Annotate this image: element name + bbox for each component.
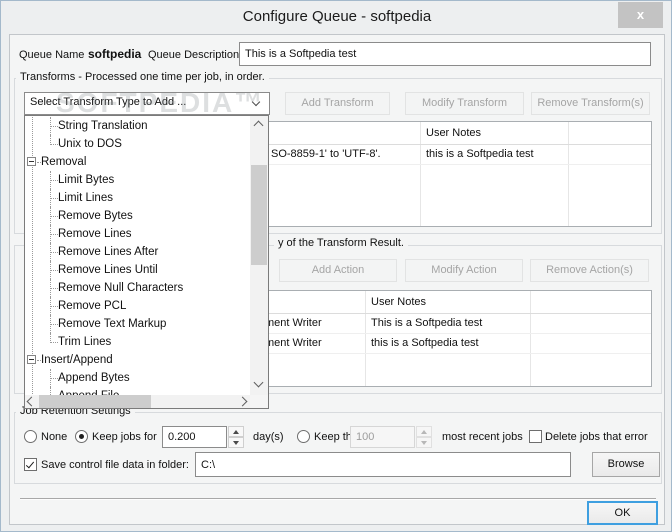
tree-line (51, 270, 58, 271)
scroll-up-icon[interactable] (253, 120, 264, 131)
dropdown-item[interactable]: Remove PCL (25, 297, 250, 315)
dropdown-item[interactable]: Insert/Append (25, 351, 250, 369)
dropdown-item[interactable]: Remove Bytes (25, 207, 250, 225)
transform-type-combobox[interactable]: Select Transform Type to Add ... (24, 92, 270, 115)
user-notes-header: User Notes (426, 127, 482, 139)
title-bar[interactable]: Configure Queue - softpedia x (1, 1, 671, 33)
user-notes-header: User Notes (371, 296, 427, 308)
spinner-down-icon (233, 441, 239, 445)
save-control-file-label: Save control file data in folder: (41, 459, 189, 471)
keep-days-stepper[interactable] (228, 426, 244, 448)
tree-line (51, 144, 58, 145)
dropdown-item[interactable]: Remove Lines Until (25, 261, 250, 279)
tree-line (51, 252, 58, 253)
spinner-up-button[interactable] (228, 426, 244, 437)
scroll-left-icon[interactable] (26, 396, 37, 407)
configure-queue-dialog: Configure Queue - softpedia x Queue Name… (0, 0, 672, 532)
delete-jobs-error-label: Delete jobs that error (545, 431, 648, 443)
window-title: Configure Queue - softpedia (242, 8, 432, 25)
days-label: day(s) (253, 431, 284, 443)
tree-line (51, 288, 58, 289)
dropdown-item[interactable]: Limit Lines (25, 189, 250, 207)
actions-group-label: y of the Transform Result. (274, 237, 408, 250)
modify-transform-button[interactable]: Modify Transform (405, 92, 524, 115)
dialog-body: Queue Name softpedia Queue Description T… (9, 34, 665, 525)
recent-jobs-stepper[interactable] (416, 426, 432, 448)
vertical-scrollbar-thumb[interactable] (251, 165, 267, 265)
keep-jobs-for-label: Keep jobs for (92, 431, 157, 443)
ok-button[interactable]: OK (587, 501, 658, 525)
transform-user-notes: this is a Softpedia test (426, 148, 534, 160)
action-description: ment Writer (265, 337, 322, 349)
spinner-down-button[interactable] (416, 437, 432, 448)
save-control-file-checkbox[interactable] (24, 458, 37, 471)
spinner-down-button[interactable] (228, 437, 244, 448)
tree-line (51, 324, 58, 325)
queue-description-label: Queue Description (148, 49, 240, 61)
keep-jobs-for-radio[interactable] (75, 430, 88, 443)
action-user-notes: this is a Softpedia test (371, 337, 479, 349)
keep-the-radio[interactable] (297, 430, 310, 443)
queue-description-input[interactable]: This is a Softpedia test (239, 42, 651, 66)
transform-type-dropdown-list[interactable]: String Translation Unix to DOS Removal L… (24, 115, 269, 409)
horizontal-scrollbar[interactable] (25, 395, 250, 408)
delete-jobs-error-checkbox[interactable] (529, 430, 542, 443)
tree-line (51, 216, 58, 217)
dropdown-item[interactable]: Append Bytes (25, 369, 250, 387)
remove-transforms-button[interactable]: Remove Transform(s) (531, 92, 650, 115)
dropdown-item[interactable]: Remove Lines (25, 225, 250, 243)
spinner-up-button[interactable] (416, 426, 432, 437)
collapse-icon[interactable] (27, 355, 36, 364)
transform-description: SO-8859-1' to 'UTF-8'. (271, 148, 381, 160)
control-file-folder-input[interactable]: C:\ (195, 452, 571, 477)
keep-days-input[interactable]: 0.200 (162, 426, 227, 448)
none-radio[interactable] (24, 430, 37, 443)
collapse-icon[interactable] (27, 157, 36, 166)
dropdown-item[interactable]: Remove Text Markup (25, 315, 250, 333)
remove-actions-button[interactable]: Remove Action(s) (530, 259, 649, 282)
dropdown-item[interactable]: Remove Lines After (25, 243, 250, 261)
recent-jobs-input[interactable]: 100 (350, 426, 415, 448)
spinner-up-icon (421, 430, 427, 434)
modify-action-button[interactable]: Modify Action (405, 259, 523, 282)
chevron-down-icon (251, 97, 261, 107)
footer-divider (20, 498, 656, 500)
scrollbar-corner (250, 395, 268, 408)
browse-button[interactable]: Browse (592, 452, 660, 477)
tree-line (51, 306, 58, 307)
check-icon (25, 459, 35, 469)
add-action-button[interactable]: Add Action (279, 259, 397, 282)
dropdown-item[interactable]: Removal (25, 153, 250, 171)
dropdown-item[interactable]: Trim Lines (25, 333, 250, 351)
tree-line (51, 180, 58, 181)
radio-dot (79, 434, 84, 439)
transforms-group-label: Transforms - Processed one time per job,… (16, 71, 269, 84)
spinner-up-icon (233, 430, 239, 434)
queue-name-value: softpedia (88, 47, 142, 61)
scroll-down-icon[interactable] (253, 377, 264, 388)
action-description: ment Writer (265, 317, 322, 329)
spinner-down-icon (421, 441, 427, 445)
dropdown-item[interactable]: Limit Bytes (25, 171, 250, 189)
horizontal-scrollbar-thumb[interactable] (39, 395, 151, 408)
vertical-scrollbar[interactable] (250, 116, 268, 395)
scroll-right-icon[interactable] (237, 396, 248, 407)
none-label: None (41, 431, 68, 443)
queue-name-label: Queue Name (19, 49, 85, 61)
dropdown-item[interactable]: Unix to DOS (25, 135, 250, 153)
tree-line (51, 198, 58, 199)
action-user-notes: This is a Softpedia test (371, 317, 483, 329)
most-recent-jobs-label: most recent jobs (442, 431, 523, 443)
add-transform-button[interactable]: Add Transform (285, 92, 390, 115)
tree-line (51, 234, 58, 235)
tree-line (51, 378, 58, 379)
tree-line (51, 342, 58, 343)
transform-type-combobox-value: Select Transform Type to Add ... (30, 96, 187, 108)
tree-line (51, 126, 58, 127)
close-icon: x (636, 7, 645, 22)
queue-description-text: This is a Softpedia test (245, 48, 357, 60)
dropdown-item[interactable]: Remove Null Characters (25, 279, 250, 297)
close-button[interactable]: x (618, 2, 663, 28)
dropdown-item[interactable]: String Translation (25, 117, 250, 135)
